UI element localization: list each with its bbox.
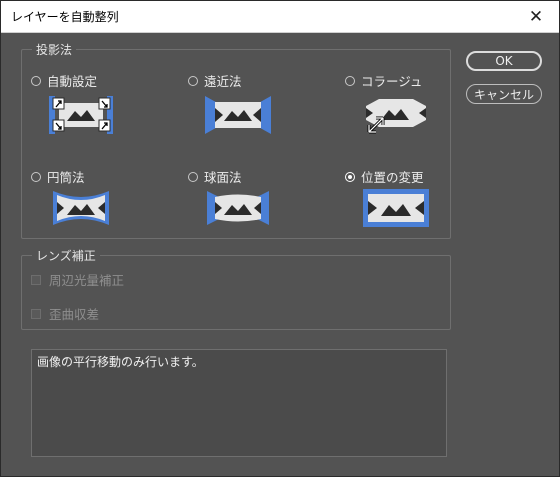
auto-align-layers-dialog: レイヤーを自動整列 ✕ 投影法 自動設定 遠近法 コラージュ 円筒法 球面法 位… xyxy=(0,0,560,477)
checkbox-geometric-distortion[interactable]: 歪曲収差 xyxy=(31,304,99,323)
description-text: 画像の平行移動のみ行います。 xyxy=(37,355,204,369)
radio-perspective[interactable]: 遠近法 xyxy=(188,71,242,90)
radio-perspective-label: 遠近法 xyxy=(204,74,242,89)
radio-spherical-label: 球面法 xyxy=(204,170,242,185)
radio-button[interactable] xyxy=(31,171,41,182)
spherical-projection-icon xyxy=(207,191,269,225)
radio-button[interactable] xyxy=(345,75,355,86)
lens-correction-group-label: レンズ補正 xyxy=(32,247,100,264)
auto-projection-icon xyxy=(49,96,113,134)
window-title: レイヤーを自動整列 xyxy=(11,10,119,24)
radio-collage-label: コラージュ xyxy=(361,74,423,89)
reposition-projection-icon xyxy=(363,189,429,227)
projection-group-label: 投影法 xyxy=(32,41,77,58)
radio-spherical[interactable]: 球面法 xyxy=(188,167,242,186)
radio-button[interactable] xyxy=(188,171,198,182)
ok-button[interactable]: OK xyxy=(466,51,542,71)
geometric-distortion-label: 歪曲収差 xyxy=(49,307,100,322)
description-box: 画像の平行移動のみ行います。 xyxy=(31,349,447,457)
perspective-projection-icon xyxy=(205,96,271,134)
radio-auto[interactable]: 自動設定 xyxy=(31,71,97,90)
vignette-removal-label: 周辺光量補正 xyxy=(49,273,125,288)
radio-reposition[interactable]: 位置の変更 xyxy=(345,167,424,186)
radio-cylindrical-label: 円筒法 xyxy=(47,170,85,185)
collage-projection-icon xyxy=(366,99,426,134)
checkbox[interactable] xyxy=(31,308,41,319)
radio-cylindrical[interactable]: 円筒法 xyxy=(31,167,85,186)
title-bar: レイヤーを自動整列 ✕ xyxy=(1,1,559,33)
radio-auto-label: 自動設定 xyxy=(47,74,98,89)
close-icon[interactable]: ✕ xyxy=(517,3,555,30)
radio-button-selected[interactable] xyxy=(345,171,355,182)
radio-collage[interactable]: コラージュ xyxy=(345,71,422,90)
radio-reposition-label: 位置の変更 xyxy=(361,170,424,185)
radio-button[interactable] xyxy=(188,75,198,86)
radio-button[interactable] xyxy=(31,75,41,86)
checkbox-vignette-removal[interactable]: 周辺光量補正 xyxy=(31,270,124,289)
checkbox[interactable] xyxy=(31,274,41,285)
cancel-button[interactable]: キャンセル xyxy=(466,84,542,104)
cylindrical-projection-icon xyxy=(53,191,109,225)
